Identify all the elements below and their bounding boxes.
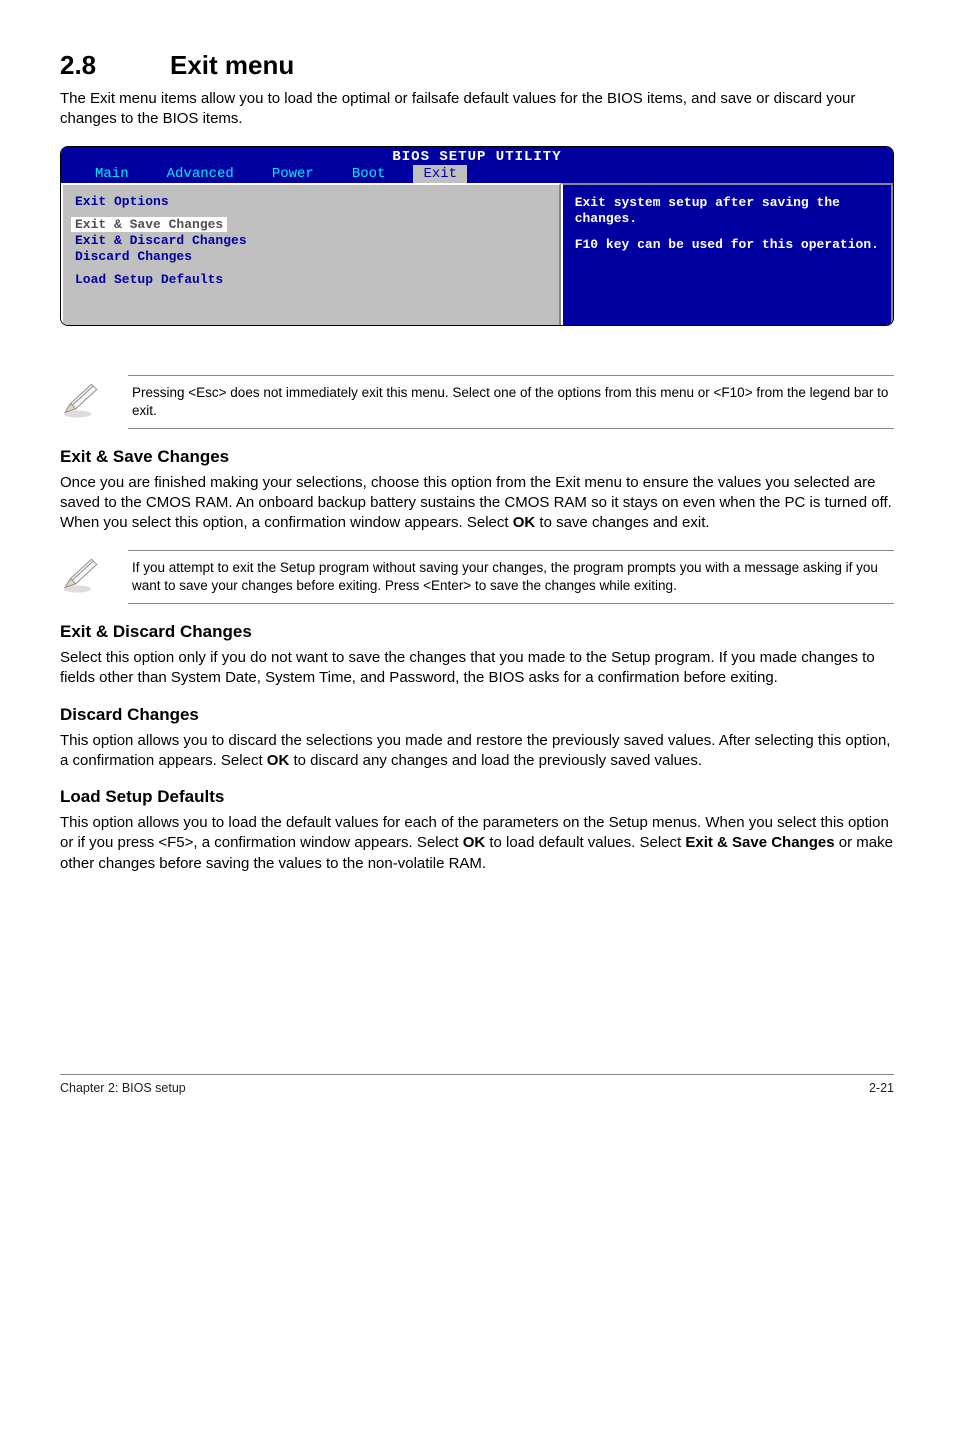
heading-discard: Discard Changes [60, 705, 894, 725]
bios-tab-exit[interactable]: Exit [413, 165, 467, 183]
section-number: 2.8 [60, 50, 170, 81]
bios-header: BIOS SETUP UTILITY [61, 147, 893, 165]
heading-exit-save: Exit & Save Changes [60, 447, 894, 467]
bios-tab-main[interactable]: Main [85, 165, 139, 183]
paragraph-load-defaults: This option allows you to load the defau… [60, 813, 894, 874]
heading-exit-discard: Exit & Discard Changes [60, 622, 894, 642]
note-esc-text: Pressing <Esc> does not immediately exit… [128, 375, 894, 429]
bios-option-exit-save[interactable]: Exit & Save Changes [71, 217, 227, 232]
note-exit-warning: If you attempt to exit the Setup program… [60, 550, 894, 604]
section-name: Exit menu [170, 50, 294, 81]
paragraph-exit-save: Once you are finished making your select… [60, 473, 894, 534]
bios-tab-power[interactable]: Power [262, 165, 324, 183]
pencil-icon [60, 554, 102, 596]
bios-option-discard[interactable]: Discard Changes [75, 249, 547, 264]
bios-screenshot: BIOS SETUP UTILITY Main Advanced Power B… [60, 146, 894, 326]
bios-option-exit-discard[interactable]: Exit & Discard Changes [75, 233, 547, 248]
note-esc: Pressing <Esc> does not immediately exit… [60, 375, 894, 429]
bios-left-panel: Exit Options Exit & Save Changes Exit & … [61, 183, 561, 325]
bios-help-text-1: Exit system setup after saving the chang… [575, 195, 879, 228]
bios-option-load-defaults[interactable]: Load Setup Defaults [75, 272, 547, 287]
bios-tab-boot[interactable]: Boot [342, 165, 396, 183]
pencil-icon [60, 379, 102, 421]
bios-help-text-2: F10 key can be used for this operation. [575, 237, 879, 253]
intro-paragraph: The Exit menu items allow you to load th… [60, 89, 894, 130]
heading-load-defaults: Load Setup Defaults [60, 787, 894, 807]
paragraph-discard: This option allows you to discard the se… [60, 731, 894, 772]
bios-panel-title: Exit Options [75, 194, 547, 209]
footer-right: 2-21 [869, 1081, 894, 1095]
page-footer: Chapter 2: BIOS setup 2-21 [60, 1074, 894, 1095]
footer-left: Chapter 2: BIOS setup [60, 1081, 186, 1095]
bios-tab-bar: Main Advanced Power Boot Exit [61, 165, 893, 183]
bios-help-panel: Exit system setup after saving the chang… [561, 183, 893, 325]
bios-tab-advanced[interactable]: Advanced [157, 165, 244, 183]
paragraph-exit-discard: Select this option only if you do not wa… [60, 648, 894, 689]
note-exit-warning-text: If you attempt to exit the Setup program… [128, 550, 894, 604]
section-title: 2.8 Exit menu [60, 50, 894, 81]
